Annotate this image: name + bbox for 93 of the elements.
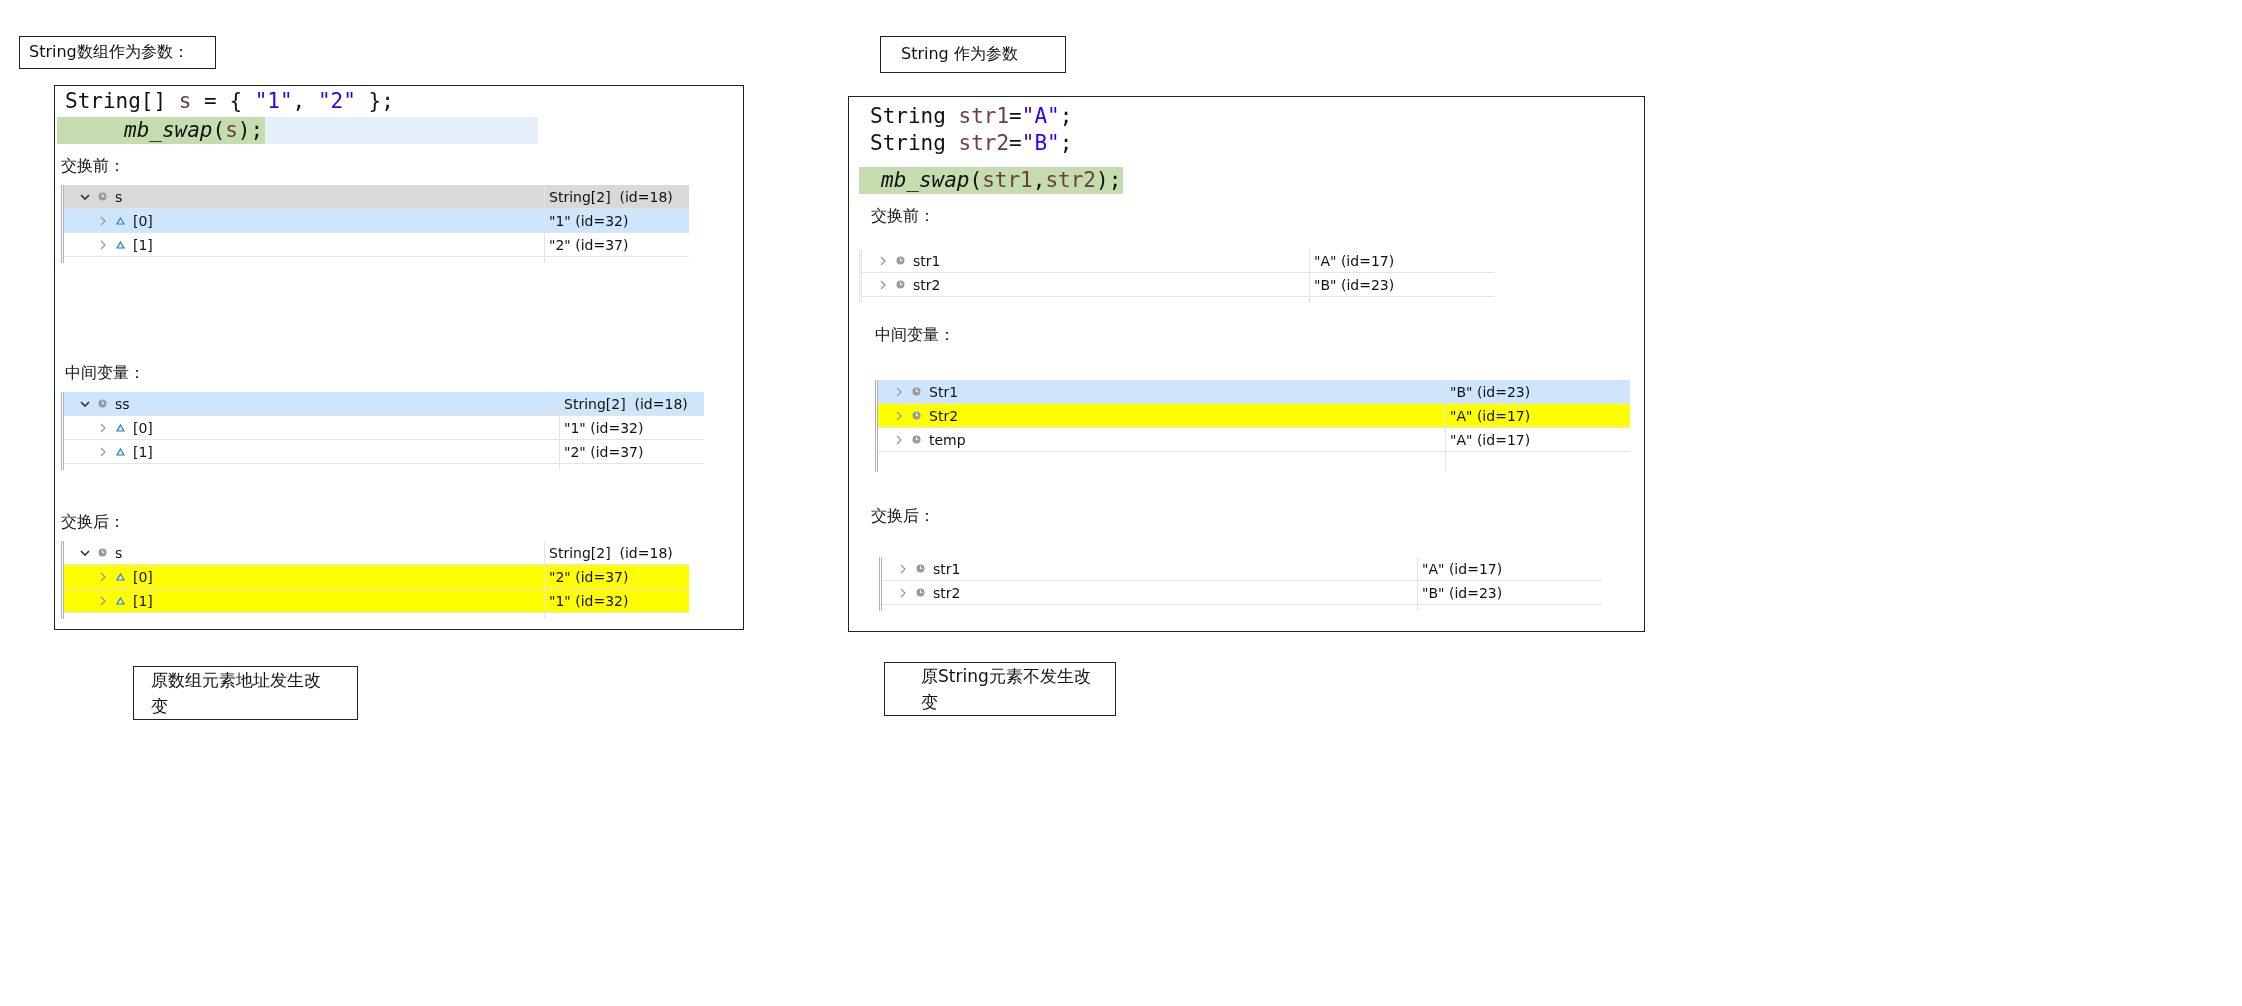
triangle-icon [116, 596, 125, 605]
variable-name: str2 [913, 276, 941, 293]
tree-row[interactable]: Str2 "A" (id=17) [878, 404, 1630, 428]
note-box: 原数组元素地址发生改变 [133, 666, 358, 720]
variable-value: "B" (id=23) [1422, 584, 1503, 601]
tree-row[interactable]: Str1 "B" (id=23) [878, 380, 1630, 404]
tree-row[interactable]: [1] "1" (id=32) [64, 589, 689, 613]
variable-name: [0] [133, 568, 153, 585]
code-line: String[] s = { "1", "2" }; [64, 88, 395, 115]
tree-row[interactable]: [0] "1" (id=32) [64, 416, 704, 440]
variable-value: "A" (id=17) [1450, 431, 1531, 448]
variable-value: String[2] (id=18) [549, 188, 673, 205]
variable-value: "B" (id=23) [1450, 383, 1531, 400]
chevron-right-icon[interactable] [98, 422, 108, 433]
tree-row[interactable]: [1] "2" (id=37) [64, 440, 704, 464]
chevron-right-icon[interactable] [98, 595, 108, 606]
chevron-right-icon[interactable] [98, 446, 108, 457]
clock-icon [916, 588, 925, 597]
variable-name: s [115, 544, 123, 561]
clock-icon [912, 435, 921, 444]
code-line: mb_swap(str1,str2); [859, 167, 1644, 194]
tree-row[interactable]: str1 "A" (id=17) [862, 249, 1494, 273]
stage-label: 中间变量： [64, 363, 146, 384]
variable-value: "2" (id=37) [564, 443, 644, 460]
variable-name: [1] [133, 592, 153, 609]
variable-value: "2" (id=37) [549, 568, 629, 585]
variable-name: ss [115, 395, 130, 412]
variable-value: String[2] (id=18) [564, 395, 688, 412]
variable-value: "B" (id=23) [1314, 276, 1395, 293]
triangle-icon [116, 216, 125, 225]
stage-label: 交换后： [870, 506, 936, 527]
tree-row[interactable]: s String[2] (id=18) [64, 185, 689, 209]
variable-name: s [115, 188, 123, 205]
variable-value: "A" (id=17) [1450, 407, 1531, 424]
chevron-right-icon[interactable] [894, 386, 904, 397]
stage-label: 中间变量： [874, 325, 956, 346]
clock-icon [912, 387, 921, 396]
stage-label: 交换前： [870, 206, 936, 227]
variable-name: str1 [933, 560, 961, 577]
variable-name: [1] [133, 236, 153, 253]
chevron-right-icon[interactable] [894, 434, 904, 445]
chevron-right-icon[interactable] [98, 215, 108, 226]
clock-icon [98, 548, 107, 557]
tree-row[interactable]: temp "A" (id=17) [878, 428, 1630, 452]
triangle-icon [116, 423, 125, 432]
tree-row[interactable]: str2 "B" (id=23) [882, 581, 1602, 605]
variable-name: str1 [913, 252, 941, 269]
clock-icon [916, 564, 925, 573]
variable-name: [1] [133, 443, 153, 460]
variable-value: "2" (id=37) [549, 236, 629, 253]
tree-row[interactable]: str2 "B" (id=23) [862, 273, 1494, 297]
clock-icon [896, 280, 905, 289]
variable-name: [0] [133, 419, 153, 436]
triangle-icon [116, 572, 125, 581]
chevron-right-icon[interactable] [894, 410, 904, 421]
tree-row[interactable]: str1 "A" (id=17) [882, 557, 1602, 581]
note-box: 原String元素不发生改变 [884, 662, 1116, 716]
chevron-right-icon[interactable] [98, 239, 108, 250]
chevron-down-icon[interactable] [80, 547, 90, 558]
variable-name: [0] [133, 212, 153, 229]
variable-value: String[2] (id=18) [549, 544, 673, 561]
triangle-icon [116, 447, 125, 456]
code-line: String str1="A"; [869, 103, 1074, 130]
code-line: String str2="B"; [869, 130, 1074, 157]
chevron-down-icon[interactable] [80, 398, 90, 409]
stage-label: 交换后： [60, 512, 126, 533]
variable-name: str2 [933, 584, 961, 601]
clock-icon [912, 411, 921, 420]
clock-icon [98, 192, 107, 201]
tree-row[interactable]: [1] "2" (id=37) [64, 233, 689, 257]
triangle-icon [116, 240, 125, 249]
variable-name: Str1 [929, 383, 959, 400]
chevron-right-icon[interactable] [898, 563, 908, 574]
variable-value: "1" (id=32) [549, 592, 629, 609]
chevron-right-icon[interactable] [898, 587, 908, 598]
tree-row[interactable]: [0] "2" (id=37) [64, 565, 689, 589]
variable-value: "1" (id=32) [564, 419, 644, 436]
variable-value: "1" (id=32) [549, 212, 629, 229]
variable-value: "A" (id=17) [1314, 252, 1395, 269]
caption-box: String数组作为参数： [19, 36, 216, 69]
clock-icon [98, 399, 107, 408]
chevron-right-icon[interactable] [98, 571, 108, 582]
tree-row[interactable]: ss String[2] (id=18) [64, 392, 704, 416]
clock-icon [896, 256, 905, 265]
variable-name: temp [929, 431, 966, 448]
caption-box: String 作为参数 [880, 36, 1066, 73]
variable-value: "A" (id=17) [1422, 560, 1503, 577]
chevron-down-icon[interactable] [80, 191, 90, 202]
chevron-right-icon[interactable] [878, 279, 888, 290]
variable-name: Str2 [929, 407, 959, 424]
stage-label: 交换前： [60, 156, 126, 177]
tree-row[interactable]: [0] "1" (id=32) [64, 209, 689, 233]
chevron-right-icon[interactable] [878, 255, 888, 266]
